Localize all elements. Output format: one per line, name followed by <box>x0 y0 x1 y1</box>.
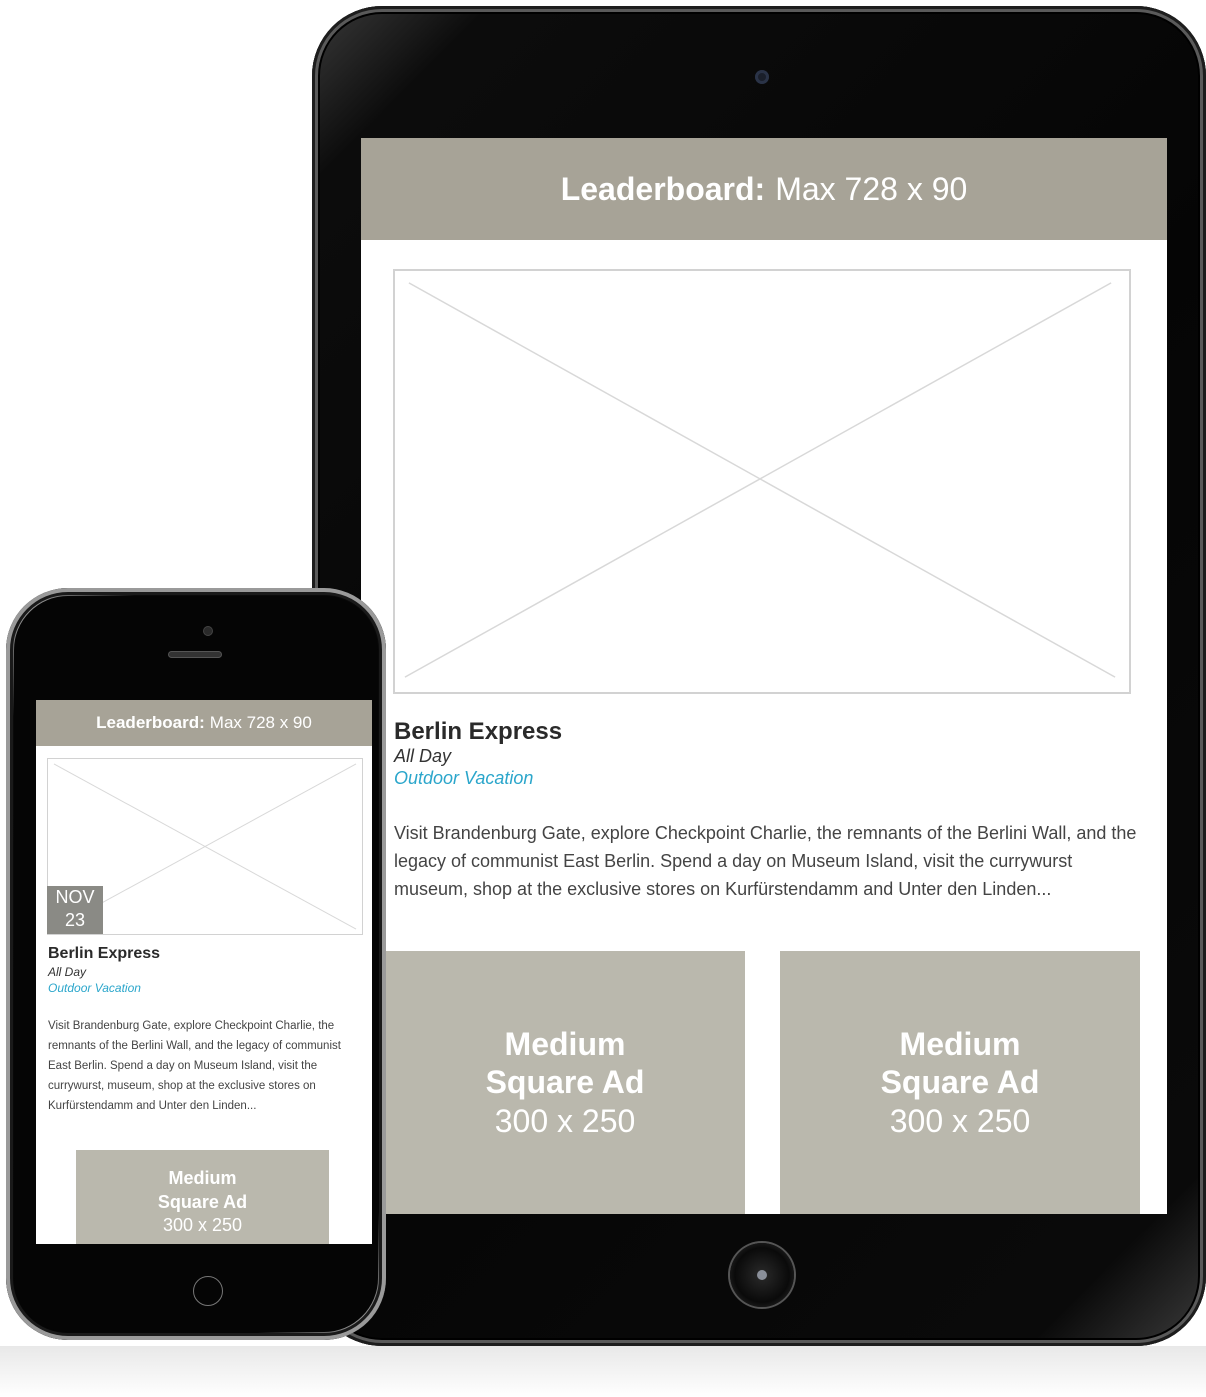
camera-icon <box>204 627 212 635</box>
phone-device: Leaderboard: Max 728 x 90 NOV 23 Berlin … <box>6 588 386 1340</box>
ad-size: 300 x 250 <box>494 1102 636 1139</box>
event-image-placeholder[interactable] <box>393 269 1131 694</box>
leaderboard-ad[interactable]: Leaderboard: Max 728 x 90 <box>36 700 372 746</box>
image-placeholder-icon <box>404 282 1116 678</box>
event-title[interactable]: Berlin Express <box>48 945 160 963</box>
ad-size: 300 x 250 <box>162 1215 243 1235</box>
leaderboard-label: Leaderboard: <box>560 170 766 207</box>
home-button-icon[interactable] <box>730 1243 794 1307</box>
tablet-screen: Leaderboard: Max 728 x 90 Berlin Express… <box>361 138 1167 1214</box>
event-title[interactable]: Berlin Express <box>394 718 562 746</box>
camera-icon <box>755 70 769 84</box>
medium-square-ad[interactable]: Medium Square Ad 300 x 250 <box>780 951 1140 1214</box>
ad-title-line1: Medium <box>168 1168 237 1188</box>
medium-square-ad[interactable]: Medium Square Ad 300 x 250 <box>385 951 745 1214</box>
date-badge: NOV 23 <box>47 886 103 934</box>
speaker-grille <box>169 652 221 657</box>
ad-title-line2: Square Ad <box>880 1063 1040 1100</box>
ad-title-line2: Square Ad <box>485 1063 645 1100</box>
tablet-device: Leaderboard: Max 728 x 90 Berlin Express… <box>312 6 1206 1346</box>
leaderboard-size: Max 728 x 90 <box>775 170 968 207</box>
event-category-link[interactable]: Outdoor Vacation <box>48 981 141 995</box>
ad-size: 300 x 250 <box>889 1102 1031 1139</box>
date-month: NOV <box>55 887 95 907</box>
phone-bezel: Leaderboard: Max 728 x 90 NOV 23 Berlin … <box>14 596 378 1332</box>
event-description: Visit Brandenburg Gate, explore Checkpoi… <box>48 1020 341 1112</box>
date-day: 23 <box>64 910 86 930</box>
leaderboard-size: Max 728 x 90 <box>209 713 312 732</box>
event-description: Visit Brandenburg Gate, explore Checkpoi… <box>394 823 1137 899</box>
leaderboard-ad[interactable]: Leaderboard: Max 728 x 90 <box>361 138 1167 240</box>
event-category-link[interactable]: Outdoor Vacation <box>394 768 533 789</box>
leaderboard-label: Leaderboard: <box>96 713 205 732</box>
ad-title-line1: Medium <box>899 1025 1021 1062</box>
device-reflection <box>0 1346 1206 1397</box>
event-time: All Day <box>394 746 452 766</box>
event-time: All Day <box>48 965 87 979</box>
medium-square-ad[interactable]: Medium Square Ad 300 x 250 <box>76 1150 329 1244</box>
ad-title-line1: Medium <box>504 1025 626 1062</box>
ad-title-line2: Square Ad <box>157 1192 248 1212</box>
home-button-icon[interactable] <box>193 1276 223 1306</box>
phone-screen: Leaderboard: Max 728 x 90 NOV 23 Berlin … <box>36 700 372 1244</box>
